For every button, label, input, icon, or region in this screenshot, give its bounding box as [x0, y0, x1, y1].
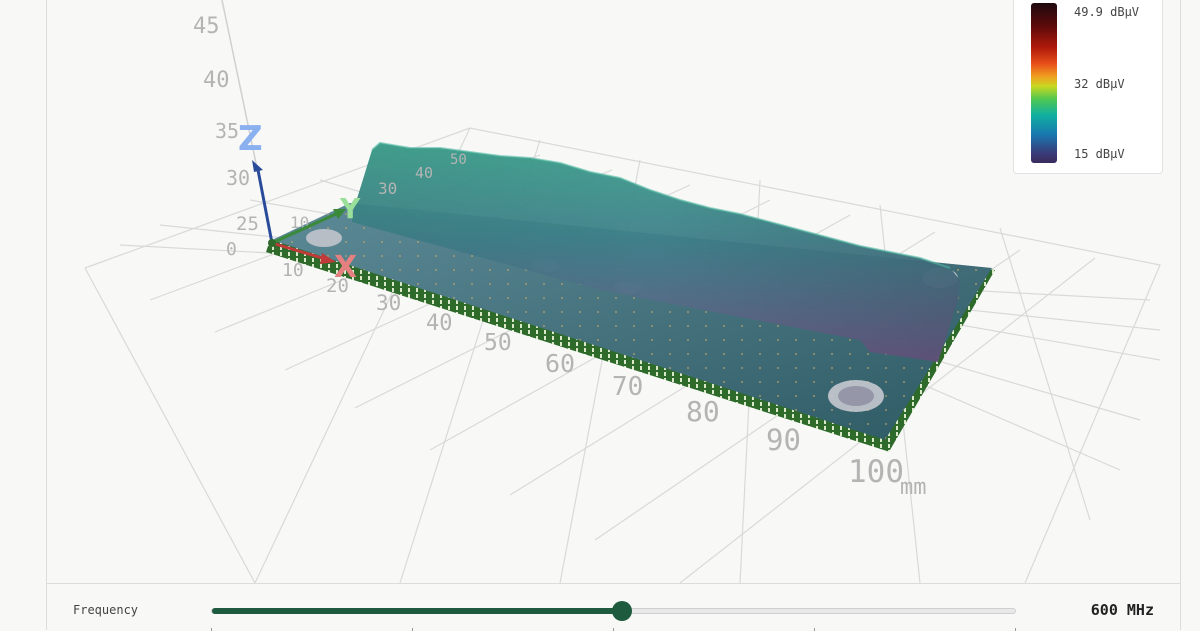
x-tick-label: 90: [766, 423, 801, 457]
frequency-control-bar: Frequency 600 MHz: [47, 583, 1180, 631]
viewer: 45 40 35 30 25 0 10 30 40 50 10 20 30 40…: [0, 0, 1200, 631]
legend-mid-label: 32 dBµV: [1074, 77, 1125, 91]
x-tick-label: 70: [612, 372, 643, 402]
color-scale-bar: [1031, 3, 1057, 163]
z-axis-label: Z: [238, 119, 263, 159]
x-tick-label: 40: [426, 311, 453, 336]
z-tick-label: 35: [215, 119, 239, 143]
frequency-value: 600 MHz: [1090, 601, 1154, 619]
z-arrow-head: [252, 160, 263, 172]
y-axis-label: Y: [339, 192, 361, 225]
z-tick-label: 40: [203, 68, 230, 93]
frequency-label: Frequency: [73, 603, 139, 617]
y-tick-label: 50: [450, 152, 467, 168]
z-arrow-line: [256, 169, 274, 244]
frequency-slider-thumb[interactable]: [611, 601, 632, 621]
frequency-slider-fill: [212, 608, 622, 614]
x-tick-label: 30: [376, 291, 401, 315]
frequency-slider[interactable]: [211, 601, 1016, 621]
x-tick-label: 50: [484, 330, 512, 356]
x-tick-label: 100: [848, 454, 904, 490]
z-tick-label: 30: [226, 166, 250, 190]
x-tick-label: 80: [686, 395, 720, 428]
legend-max-label: 49.9 dBµV: [1074, 5, 1140, 19]
legend-min-label: 15 dBµV: [1074, 147, 1125, 161]
z-tick-label: 45: [193, 14, 220, 39]
x-tick-label: 10: [282, 260, 304, 281]
color-scale-legend: 49.9 dBµV 32 dBµV 15 dBµV: [1013, 0, 1163, 174]
y-tick-label: 30: [378, 179, 397, 198]
x-axis-unit: mm: [900, 475, 927, 500]
x-tick-label: 60: [545, 349, 575, 378]
z-tick-label: 0: [226, 239, 237, 260]
x-axis-label: X: [334, 250, 357, 285]
y-tick-label: 40: [415, 164, 433, 182]
z-tick-label: 25: [236, 213, 259, 235]
